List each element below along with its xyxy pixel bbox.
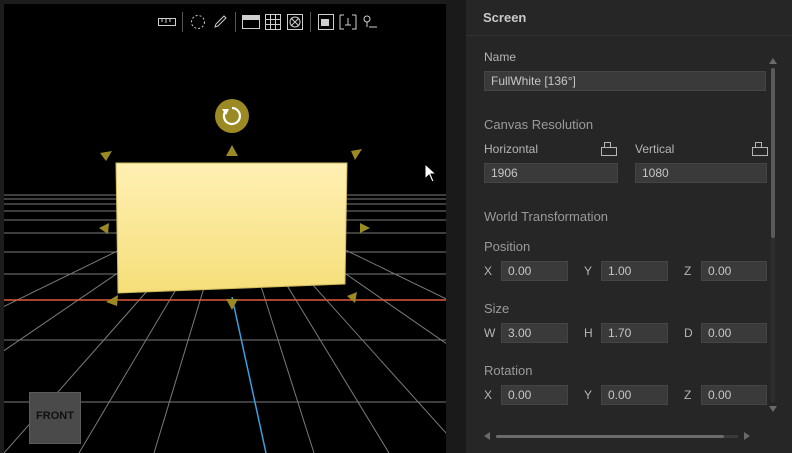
position-z-label: Z (684, 264, 692, 278)
horizontal-resolution-field[interactable] (484, 163, 618, 183)
rotation-x-field[interactable] (501, 385, 568, 405)
rotate-handle[interactable] (215, 99, 249, 133)
screen-icon[interactable] (315, 12, 337, 32)
viewport-toolbar (156, 12, 381, 32)
pencil-icon[interactable] (209, 12, 231, 32)
screen-object[interactable] (115, 162, 348, 294)
position-z-field[interactable] (701, 261, 767, 281)
properties-panel: Screen Name Canvas Resolution Horizontal… (466, 0, 792, 453)
scroll-thumb[interactable] (771, 68, 775, 238)
rotation-y-field[interactable] (601, 385, 668, 405)
position-x-field[interactable] (501, 261, 568, 281)
ruler-icon[interactable] (156, 12, 178, 32)
world-transformation-heading: World Transformation (484, 209, 609, 224)
person-select-icon[interactable] (359, 12, 381, 32)
view-cube[interactable]: FRONT (29, 392, 81, 444)
size-w-label: W (484, 326, 496, 340)
name-label: Name (484, 50, 517, 64)
size-d-field[interactable] (701, 323, 767, 343)
rotate-icon (222, 106, 241, 126)
vertical-label: Vertical (635, 142, 675, 156)
canvas-resolution-heading: Canvas Resolution (484, 117, 594, 132)
scroll-right-arrow-icon[interactable] (744, 432, 750, 440)
z-axis-line (231, 296, 267, 453)
grid-icon[interactable] (262, 12, 284, 32)
panel-title: Screen (466, 0, 792, 36)
scene-canvas[interactable] (4, 4, 446, 453)
position-x-label: X (484, 264, 493, 278)
size-d-label: D (684, 326, 693, 340)
size-heading: Size (484, 301, 510, 316)
size-h-field[interactable] (601, 323, 668, 343)
scroll-down-arrow-icon[interactable] (769, 406, 777, 412)
horizontal-scrollbar[interactable] (482, 430, 752, 442)
panel-splitter[interactable] (446, 0, 466, 453)
position-y-label: Y (584, 264, 593, 278)
size-h-label: H (584, 326, 593, 340)
rotation-heading: Rotation (484, 363, 533, 378)
rotation-y-label: Y (584, 388, 593, 402)
toolbar-divider (310, 12, 311, 32)
app-window: FRONT Screen Name Canvas Resolution Hori… (0, 0, 792, 453)
position-y-field[interactable] (601, 261, 668, 281)
vertical-link-icon[interactable] (751, 142, 769, 156)
mouse-cursor-icon (424, 163, 438, 183)
position-heading: Position (484, 239, 531, 254)
3d-viewport[interactable]: FRONT (4, 4, 446, 453)
toolbar-divider (235, 12, 236, 32)
rotation-z-label: Z (684, 388, 692, 402)
target-box-icon[interactable] (284, 12, 306, 32)
frame-select-icon[interactable] (337, 12, 359, 32)
name-field[interactable] (484, 71, 766, 91)
scroll-up-arrow-icon[interactable] (769, 58, 777, 64)
horizontal-label: Horizontal (484, 142, 539, 156)
rotation-z-field[interactable] (701, 385, 767, 405)
layout-panel-icon[interactable] (240, 12, 262, 32)
size-w-field[interactable] (501, 323, 568, 343)
vertical-resolution-field[interactable] (635, 163, 767, 183)
rotation-x-label: X (484, 388, 493, 402)
dotted-circle-icon[interactable] (187, 12, 209, 32)
horizontal-link-icon[interactable] (600, 142, 618, 156)
scroll-thumb[interactable] (496, 435, 724, 438)
toolbar-divider (182, 12, 183, 32)
vertical-scrollbar[interactable] (769, 58, 777, 412)
scroll-left-arrow-icon[interactable] (484, 432, 490, 440)
